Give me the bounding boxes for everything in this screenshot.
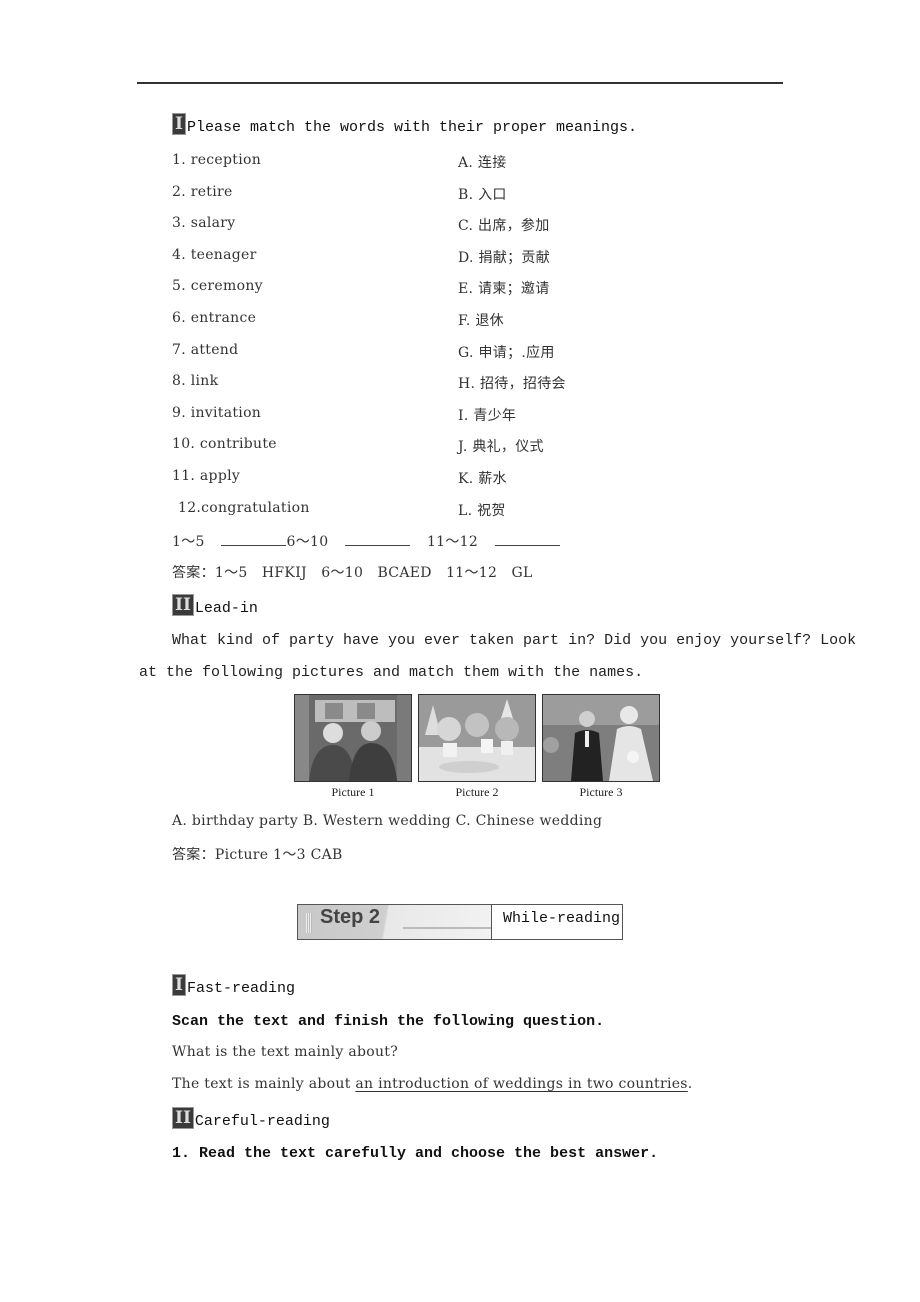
meaning-item: B. 入口 — [458, 186, 507, 203]
word-item: 11. apply — [172, 468, 241, 484]
group-label: 6～10 — [286, 534, 329, 550]
word-item: 6. entrance — [172, 310, 257, 326]
section-title: Lead-in — [194, 600, 258, 617]
careful-reading-instruction: 1. Read the text carefully and choose th… — [172, 1145, 659, 1162]
meaning-item: F. 退休 — [458, 313, 504, 329]
roman-numeral-badge: II — [172, 1107, 194, 1129]
word-item: 7. attend — [172, 341, 239, 358]
answer-prefix: The text is mainly about — [172, 1076, 356, 1092]
picture-3-western-wedding — [542, 694, 660, 782]
picture-caption: Picture 1 — [331, 785, 375, 799]
meaning-item: I. 青少年 — [458, 407, 517, 424]
answer-suffix: . — [687, 1076, 693, 1092]
meaning-item: H. 招待，招待会 — [458, 376, 566, 393]
word-item: 12.congratulation — [178, 499, 310, 516]
section-heading-match: I Please match the words with their prope… — [172, 113, 638, 136]
header-rule — [137, 82, 783, 84]
section-heading-careful-reading: II Careful-reading — [172, 1107, 330, 1130]
section-title: Careful-reading — [194, 1113, 330, 1130]
word-item: 2. retire — [172, 183, 233, 200]
meaning-item: G. 申请；.应用 — [458, 344, 555, 361]
section-title: Please match the words with their proper… — [186, 119, 638, 136]
step-name: While-reading — [503, 910, 621, 927]
meaning-item: A. 连接 — [458, 155, 507, 171]
lead-in-prompt-line1: What kind of party have you ever taken p… — [172, 632, 857, 649]
step-label: Step 2 — [320, 906, 381, 928]
step-line-decoration — [403, 927, 491, 929]
step-stripe-decoration — [306, 913, 312, 933]
picture-1-chinese-wedding — [294, 694, 412, 782]
section-title: Fast-reading — [186, 980, 295, 997]
word-item: 9. invitation — [172, 404, 262, 421]
answer-key-match: 答案：1～5 HFKIJ 6～10 BCAED 11～12 GL — [172, 565, 533, 581]
group-label: 1～5 — [172, 534, 205, 550]
section-heading-lead-in: II Lead-in — [172, 594, 258, 617]
meaning-item: D. 捐献；贡献 — [458, 249, 551, 266]
meaning-item: J. 典礼，仪式 — [458, 439, 544, 456]
meaning-item: E. 请柬；邀请 — [458, 281, 550, 298]
answer-blank[interactable] — [345, 544, 411, 546]
word-item: 1. reception — [172, 152, 262, 168]
meaning-item: L. 祝贺 — [458, 502, 506, 519]
picture-2-birthday-party — [418, 694, 536, 782]
fast-reading-question: What is the text mainly about? — [172, 1044, 399, 1060]
blank-answer-line: 1～5 6～10 11～12 — [172, 531, 560, 551]
step-banner: Step 2 While-reading — [297, 904, 623, 940]
fast-reading-instruction: Scan the text and finish the following q… — [172, 1013, 605, 1030]
picture-options: A. birthday party B. Western wedding C. … — [172, 813, 603, 829]
word-item: 10. contribute — [172, 436, 277, 453]
fast-reading-answer: The text is mainly about an introduction… — [172, 1076, 693, 1092]
answer-underlined: an introduction of weddings in two count… — [355, 1076, 688, 1092]
answer-key-pictures: 答案：Picture 1～3 CAB — [172, 847, 343, 863]
picture-caption: Picture 2 — [455, 785, 499, 799]
section-heading-fast-reading: I Fast-reading — [172, 974, 295, 997]
word-item: 8. link — [172, 373, 219, 390]
meaning-item: K. 薪水 — [458, 471, 507, 487]
word-item: 5. ceremony — [172, 278, 263, 295]
answer-blank[interactable] — [494, 544, 560, 546]
word-item: 4. teenager — [172, 246, 257, 263]
answer-blank[interactable] — [221, 544, 287, 546]
step-label-panel: Step 2 — [298, 905, 492, 939]
word-item: 3. salary — [172, 215, 236, 232]
picture-caption: Picture 3 — [579, 785, 623, 799]
lead-in-prompt-line2: at the following pictures and match them… — [139, 664, 644, 681]
group-label: 11～12 — [426, 534, 479, 550]
picture-strip: Picture 1 Picture 2 Picture 3 — [294, 694, 662, 800]
roman-numeral-badge: I — [172, 113, 186, 135]
meaning-item: C. 出席，参加 — [458, 218, 550, 235]
roman-numeral-badge: I — [172, 974, 186, 996]
roman-numeral-badge: II — [172, 594, 194, 616]
